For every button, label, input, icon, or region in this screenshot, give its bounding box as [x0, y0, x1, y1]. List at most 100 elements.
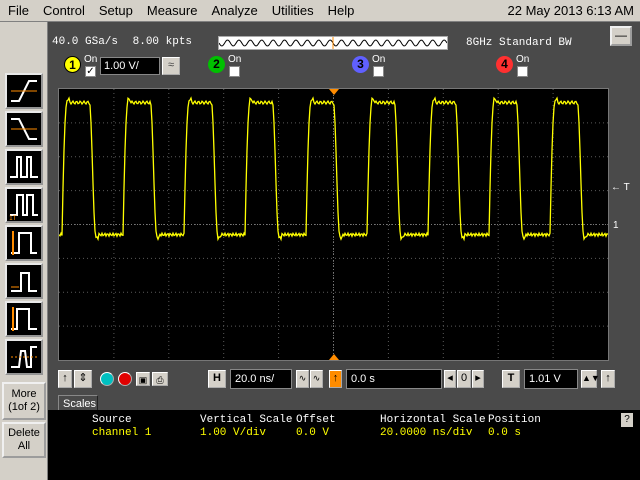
- trigger-button[interactable]: T: [502, 370, 520, 388]
- arrow-up-icon: ↑: [62, 372, 68, 384]
- stop-button[interactable]: [118, 372, 132, 386]
- up-down-icon: ▲▼: [582, 373, 600, 383]
- position-right-button[interactable]: ▸: [472, 370, 484, 388]
- horizontal-scale-field[interactable]: 20.0 ns/: [230, 369, 292, 389]
- trigger-level-stepper[interactable]: ▲▼: [581, 370, 600, 388]
- position-value: 0.0 s: [488, 427, 522, 439]
- chevron-left-icon: ◂: [447, 372, 453, 384]
- delete-all-label: All: [17, 440, 31, 452]
- channel-1-scale-field[interactable]: 1.00 V/: [100, 57, 160, 75]
- channel-2-checkbox[interactable]: [229, 66, 240, 77]
- offset-header: Offset: [296, 414, 336, 426]
- waveform-display[interactable]: [58, 88, 609, 361]
- rising-edge-trigger-button[interactable]: [5, 73, 43, 109]
- channel-1-badge[interactable]: 1: [64, 56, 81, 73]
- trigger-toolbar: 1T More (1of 2) Delete All: [0, 22, 48, 480]
- horizontal-scale-value: 20.0000 ns/div: [380, 427, 473, 439]
- zero-label: 0: [460, 372, 468, 384]
- falling-edge-trigger-icon: [11, 118, 37, 140]
- menu-utilities[interactable]: Utilities: [265, 0, 321, 22]
- horizontal-inc-button[interactable]: ∿: [310, 370, 323, 388]
- position-header: Position: [488, 414, 541, 426]
- trigger-position-marker-top: [329, 89, 339, 95]
- menu-setup[interactable]: Setup: [92, 0, 140, 22]
- vertical-scale-value: 1.00 V/div: [200, 427, 267, 439]
- horizontal-scale-header: Horizontal Scale: [380, 414, 486, 426]
- channel-4-badge[interactable]: 4: [496, 56, 513, 73]
- scales-panel: Source Vertical Scale Offset Horizontal …: [48, 410, 640, 480]
- more-label: More: [11, 388, 37, 400]
- runt-trigger-button[interactable]: [5, 263, 43, 299]
- position-field[interactable]: 0.0 s: [346, 369, 442, 389]
- glitch-trigger-icon: [10, 156, 38, 178]
- more-button[interactable]: More (1of 2): [2, 382, 46, 420]
- scroll-up-button[interactable]: ↑: [58, 370, 72, 388]
- channel-1-waveform-button[interactable]: ≈: [162, 57, 180, 75]
- setup-hold-trigger-button[interactable]: [5, 225, 43, 261]
- expand-button[interactable]: ⇕: [74, 370, 92, 388]
- position-zero-button[interactable]: 0: [457, 370, 471, 388]
- control-bar: ↑ ⇕ ▣ ⎙ H 20.0 ns/ ∿ ∿ ↑ 0.0 s ◂ 0 ▸ T 1…: [48, 364, 640, 394]
- pulse-width-trigger-icon: 1T: [9, 194, 38, 221]
- offset-value: 0.0 V: [296, 427, 330, 439]
- horizontal-button[interactable]: H: [208, 370, 226, 388]
- timeout-trigger-icon: [11, 346, 37, 368]
- double-chevron-icon: ⇕: [78, 372, 88, 384]
- horizontal-dec-button[interactable]: ∿: [296, 370, 309, 388]
- falling-edge-trigger-button[interactable]: [5, 111, 43, 147]
- delete-all-button[interactable]: Delete All: [2, 422, 46, 458]
- arrow-up-icon: ↑: [605, 372, 611, 384]
- question-icon: ?: [624, 414, 630, 425]
- source-header: Source: [92, 414, 132, 426]
- trigger-position-button[interactable]: ↑: [329, 370, 342, 388]
- channel-4-on-label: On: [516, 54, 530, 65]
- menu-file[interactable]: File: [0, 0, 36, 22]
- print-button[interactable]: ⎙: [152, 372, 168, 386]
- vertical-scale-header: Vertical Scale: [200, 414, 293, 426]
- channel-1-ground-marker: 1: [613, 220, 619, 231]
- trigger-level-field[interactable]: 1.01 V: [524, 369, 578, 389]
- channel-3-badge[interactable]: 3: [352, 56, 369, 73]
- chevron-right-icon: ▸: [475, 372, 481, 384]
- help-button[interactable]: ?: [621, 413, 633, 427]
- bandwidth-label: 8GHz Standard BW: [466, 37, 572, 49]
- more-page-label: (1of 2): [8, 401, 40, 413]
- channel-3-on-label: On: [372, 54, 386, 65]
- channel-4-checkbox[interactable]: [517, 66, 528, 77]
- menu-help[interactable]: Help: [321, 0, 362, 22]
- menu-control[interactable]: Control: [36, 0, 92, 22]
- channel-1-on-label: On: [84, 54, 98, 65]
- date-time: 22 May 2013 6:13 AM: [507, 3, 634, 18]
- image-icon: ▣: [138, 375, 148, 385]
- transition-trigger-icon: [11, 307, 37, 331]
- timeout-trigger-button[interactable]: [5, 339, 43, 375]
- sample-rate: 40.0 GSa/s: [52, 36, 119, 48]
- tab-scales[interactable]: Scales: [58, 395, 98, 411]
- fine-icon: ∿: [298, 373, 307, 383]
- channel-2-badge[interactable]: 2: [208, 56, 225, 73]
- minimize-button[interactable]: —: [610, 26, 632, 46]
- arrow-up-icon: ↑: [332, 372, 339, 384]
- menu-bar: File Control Setup Measure Analyze Utili…: [0, 0, 640, 22]
- waveform-icon: ≈: [167, 59, 175, 71]
- trigger-scroll-up-button[interactable]: ↑: [601, 370, 615, 388]
- channel-3-checkbox[interactable]: [373, 66, 384, 77]
- glitch-trigger-button[interactable]: [5, 149, 43, 185]
- waveform-overview[interactable]: [218, 36, 448, 50]
- svg-text:1T: 1T: [9, 215, 17, 221]
- channel-1-checkbox[interactable]: ✓: [85, 66, 96, 77]
- rising-edge-trigger-icon: [11, 80, 37, 102]
- trigger-position-marker-bottom: [329, 354, 339, 360]
- transition-trigger-button[interactable]: [5, 301, 43, 337]
- position-left-button[interactable]: ◂: [444, 370, 456, 388]
- menu-analyze[interactable]: Analyze: [204, 0, 264, 22]
- runt-trigger-icon: [11, 272, 37, 292]
- save-image-button[interactable]: ▣: [136, 372, 150, 386]
- run-button[interactable]: [100, 372, 114, 386]
- menu-measure[interactable]: Measure: [140, 0, 205, 22]
- setup-hold-trigger-icon: [11, 231, 37, 255]
- pulse-width-trigger-button[interactable]: 1T: [5, 187, 43, 223]
- delete-label: Delete: [8, 427, 40, 439]
- coarse-icon: ∿: [312, 373, 321, 383]
- graticule: [59, 89, 608, 360]
